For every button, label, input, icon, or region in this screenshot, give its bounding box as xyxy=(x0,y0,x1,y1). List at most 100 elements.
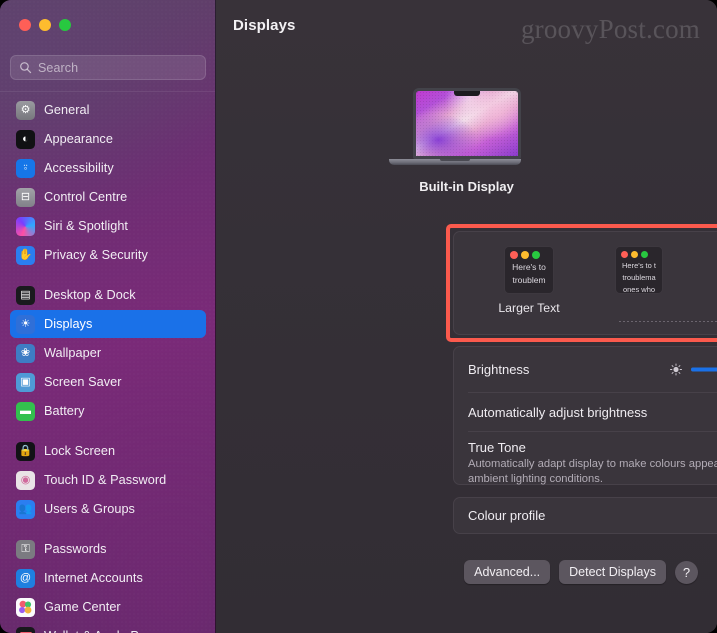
sidebar-item-touch-id[interactable]: ◉ Touch ID & Password xyxy=(10,466,206,494)
preview-text: Here's to t troublema ones who xyxy=(622,261,656,294)
window-dots xyxy=(616,247,662,261)
search-icon xyxy=(20,62,32,74)
sidebar-nav-list: ⚙ General ◐ Appearance ⍤ Accessibility ⊟… xyxy=(0,96,215,633)
desktop-dock-icon: ▤ xyxy=(16,285,35,305)
passwords-icon: ⚿ xyxy=(16,539,35,559)
sun-small-icon xyxy=(669,363,683,376)
brightness-label: Brightness xyxy=(468,362,530,377)
scaling-option-larger-text[interactable]: Here's to troublem Larger Text xyxy=(474,246,584,315)
sidebar-item-lock-screen[interactable]: 🔒 Lock Screen xyxy=(10,437,206,465)
sidebar-item-label: Game Center xyxy=(44,600,121,614)
true-tone-description: Automatically adapt display to make colo… xyxy=(468,458,717,485)
game-center-icon xyxy=(16,597,35,617)
brightness-slider[interactable] xyxy=(669,361,717,378)
sidebar-item-label: Privacy & Security xyxy=(44,248,148,262)
brightness-row: Brightness xyxy=(454,347,717,392)
scaling-thumbnail: Here's to troublem xyxy=(504,246,554,294)
sidebar-item-label: Screen Saver xyxy=(44,375,122,389)
sidebar-divider xyxy=(0,91,215,92)
sidebar-item-label: Desktop & Dock xyxy=(44,288,136,302)
close-button[interactable] xyxy=(19,19,31,31)
zoom-button[interactable] xyxy=(59,19,71,31)
main-content: Displays groovyPost.com Built-in Display xyxy=(216,0,717,633)
search-field[interactable]: Search xyxy=(10,55,206,80)
wallet-icon xyxy=(16,626,35,633)
sidebar-item-label: Users & Groups xyxy=(44,502,135,516)
screen-saver-icon: ▣ xyxy=(16,372,35,392)
detect-displays-button[interactable]: Detect Displays xyxy=(559,560,666,584)
display-preview[interactable]: Built-in Display xyxy=(216,88,717,194)
sidebar-item-screen-saver[interactable]: ▣ Screen Saver xyxy=(10,368,206,396)
window-traffic-lights xyxy=(19,19,71,31)
page-title: Displays xyxy=(233,17,296,34)
macbook-illustration xyxy=(412,88,521,159)
wallpaper-icon: ❀ xyxy=(16,343,35,363)
sidebar-item-label: Battery xyxy=(44,404,85,418)
auto-brightness-label: Automatically adjust brightness xyxy=(468,404,648,420)
sidebar-item-label: Touch ID & Password xyxy=(44,473,167,487)
sidebar-item-appearance[interactable]: ◐ Appearance xyxy=(10,125,206,153)
touch-id-icon: ◉ xyxy=(16,470,35,490)
scaling-option-label: Larger Text xyxy=(498,301,560,315)
brightness-track[interactable] xyxy=(691,367,717,372)
auto-brightness-row: Automatically adjust brightness xyxy=(454,393,717,431)
sidebar-item-general[interactable]: ⚙ General xyxy=(10,96,206,124)
game-center-bubbles xyxy=(19,600,32,613)
users-groups-icon: 👥 xyxy=(16,499,35,519)
sidebar-item-displays[interactable]: ☀ Displays xyxy=(10,310,206,338)
window-dots xyxy=(505,247,553,262)
privacy-icon: ✋ xyxy=(16,245,35,265)
sidebar-item-siri-spotlight[interactable]: Siri & Spotlight xyxy=(10,212,206,240)
sidebar: Search ⚙ General ◐ Appearance ⍤ Accessib… xyxy=(0,0,216,633)
macbook-base xyxy=(388,159,521,165)
sidebar-item-accessibility[interactable]: ⍤ Accessibility xyxy=(10,154,206,182)
notch xyxy=(453,91,480,96)
sidebar-item-wallet-apple-pay[interactable]: Wallet & Apple Pay xyxy=(10,622,206,633)
colour-profile-label: Colour profile xyxy=(468,508,546,523)
true-tone-label: True Tone xyxy=(468,440,526,455)
system-settings-window: Search ⚙ General ◐ Appearance ⍤ Accessib… xyxy=(0,0,717,633)
accessibility-icon: ⍤ xyxy=(16,158,35,178)
sidebar-item-passwords[interactable]: ⚿ Passwords xyxy=(10,535,206,563)
sidebar-item-battery[interactable]: ▬ Battery xyxy=(10,397,206,425)
sidebar-item-label: Lock Screen xyxy=(44,444,116,458)
internet-accounts-icon: @ xyxy=(16,568,35,588)
sidebar-item-internet-accounts[interactable]: @ Internet Accounts xyxy=(10,564,206,592)
sidebar-item-label: Appearance xyxy=(44,132,113,146)
sidebar-item-wallpaper[interactable]: ❀ Wallpaper xyxy=(10,339,206,367)
general-icon: ⚙ xyxy=(16,100,35,120)
wallet-cards xyxy=(19,632,32,633)
sidebar-item-label: Wallpaper xyxy=(44,346,102,360)
brightness-card: Brightness Automatically adjust brightne… xyxy=(453,346,717,485)
sidebar-item-desktop-dock[interactable]: ▤ Desktop & Dock xyxy=(10,281,206,309)
action-button-row: Advanced... Detect Displays ? xyxy=(464,560,698,584)
display-name-label: Built-in Display xyxy=(419,179,514,194)
sidebar-item-label: Accessibility xyxy=(44,161,114,175)
sidebar-item-game-center[interactable]: Game Center xyxy=(10,593,206,621)
help-button[interactable]: ? xyxy=(675,560,698,584)
search-placeholder: Search xyxy=(38,60,79,75)
sidebar-item-label: Siri & Spotlight xyxy=(44,219,129,233)
sidebar-item-privacy-security[interactable]: ✋ Privacy & Security xyxy=(10,241,206,269)
sidebar-item-control-centre[interactable]: ⊟ Control Centre xyxy=(10,183,206,211)
control-centre-icon: ⊟ xyxy=(16,187,35,207)
sidebar-item-label: Internet Accounts xyxy=(44,571,143,585)
minimize-button[interactable] xyxy=(39,19,51,31)
scaling-option-default[interactable]: Here's to the c troublemakers. ones who … xyxy=(696,246,717,317)
sidebar-item-label: Passwords xyxy=(44,542,107,556)
sidebar-item-label: Wallet & Apple Pay xyxy=(44,629,152,633)
battery-icon: ▬ xyxy=(16,401,35,421)
advanced-button[interactable]: Advanced... xyxy=(464,560,551,584)
sidebar-item-label: General xyxy=(44,103,90,117)
brightness-fill xyxy=(691,367,717,372)
colour-profile-row[interactable]: Colour profile Colour LCD xyxy=(453,497,717,534)
scaling-option-label: Default xyxy=(696,303,717,317)
sidebar-item-users-groups[interactable]: 👥 Users & Groups xyxy=(10,495,206,523)
scaling-thumbnail: Here's to t troublema ones who xyxy=(615,246,663,294)
scaling-option-2[interactable]: Here's to t troublema ones who xyxy=(584,246,694,301)
siri-icon xyxy=(16,216,35,236)
lock-screen-icon: 🔒 xyxy=(16,441,35,461)
preview-text: Here's to troublem xyxy=(512,262,546,285)
